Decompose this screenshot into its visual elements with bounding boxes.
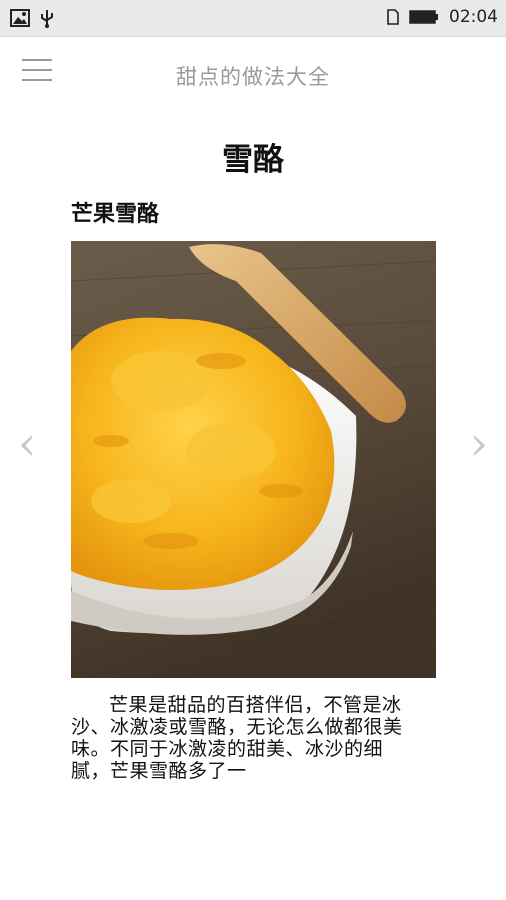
recipe-description: 芒果是甜品的百搭伴侣，不管是冰沙、冰激凌或雪酪，无论怎么做都很美味。不同于冰激凌… [71, 694, 403, 782]
sim-icon [387, 9, 399, 25]
app-title: 甜点的做法大全 [176, 65, 330, 89]
app-bar: 甜点的做法大全 [0, 37, 506, 113]
status-bar-left [10, 8, 54, 28]
page-title: 雪酪 [222, 142, 284, 178]
status-bar-right: 02:04 [387, 7, 498, 27]
previous-arrow-icon[interactable]: ‹ [18, 420, 36, 466]
recipe-title: 芒果雪酪 [71, 202, 160, 227]
status-time: 02:04 [449, 7, 498, 27]
usb-icon [41, 10, 53, 28]
battery-icon [409, 10, 438, 24]
status-bar: 02:04 [0, 0, 506, 37]
next-arrow-icon[interactable]: › [470, 420, 488, 466]
mango-sorbet-image [71, 241, 436, 678]
image-icon [10, 9, 30, 27]
recipe-photo [71, 241, 436, 678]
